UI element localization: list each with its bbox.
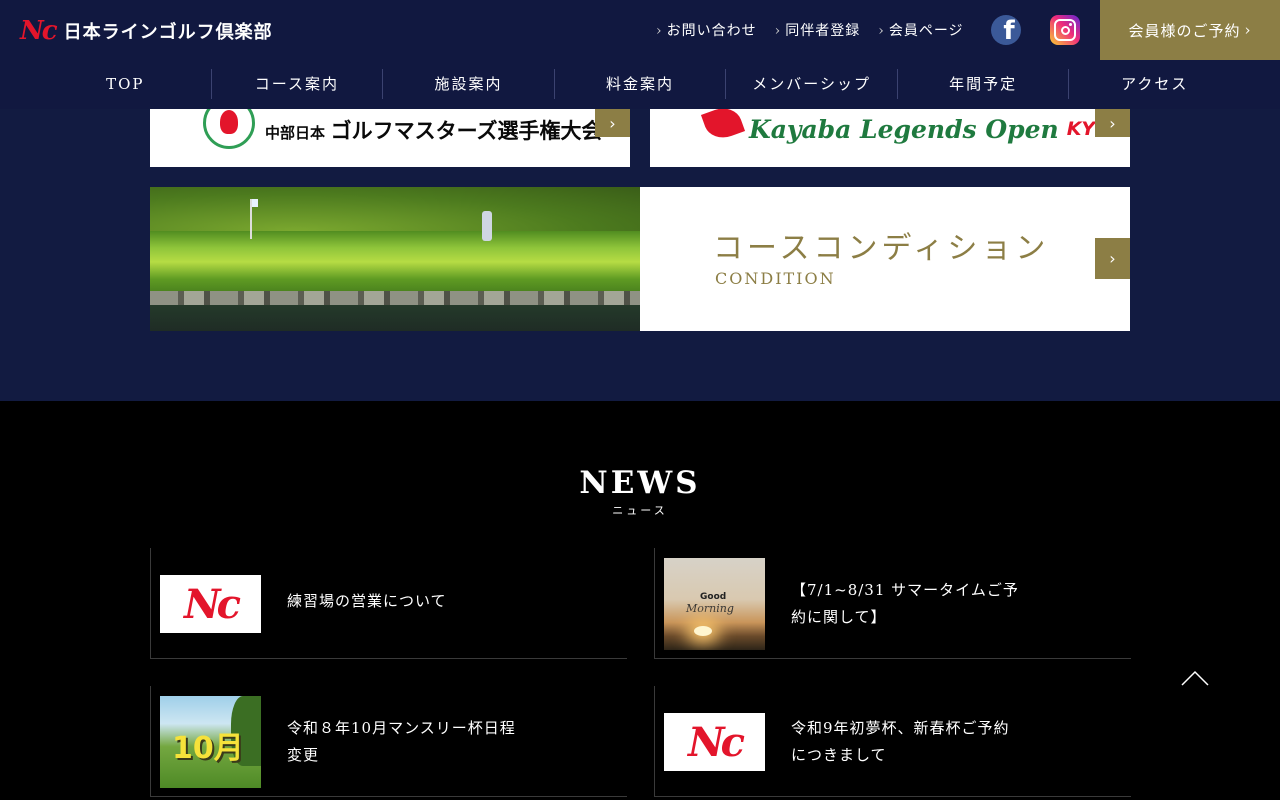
global-nav: TOP コース案内 施設案内 料金案内 メンバーシップ 年間予定 アクセス [40, 69, 1240, 99]
news-thumbnail: Nc [664, 713, 765, 771]
news-thumbnail: Good Morning [664, 558, 765, 650]
news-item-title: 練習場の営業について [287, 592, 447, 610]
chevron-right-icon: › [878, 23, 885, 39]
nav-top[interactable]: TOP [40, 69, 211, 99]
nav-course[interactable]: コース案内 [210, 69, 383, 99]
flag-icon [250, 199, 258, 239]
kayaba-legends-logo: Kayaba Legends Open KYB [700, 109, 1110, 149]
nav-annual-schedule[interactable]: 年間予定 [896, 69, 1069, 99]
photo-pond [150, 305, 640, 331]
nc-logo: Nc [688, 718, 745, 766]
golf-masters-banner[interactable]: 中部日本 ゴルフマスターズ選手権大会 › [150, 109, 630, 167]
banner-section: 中部日本 ゴルフマスターズ選手権大会 › Kayaba Legends Open… [0, 109, 1280, 401]
masters-title-small: 中部日本 [265, 124, 326, 142]
site-logo[interactable]: Nc 日本ラインゴルフ倶楽部 [20, 16, 273, 46]
thumb-month-text: 10月 [172, 731, 244, 766]
sun-icon [694, 626, 712, 636]
instagram-frame [1054, 19, 1076, 41]
photo-hills [150, 187, 640, 231]
news-item[interactable]: Good Morning 【7/1~8/31 サマータイムご予約に関して】 [654, 548, 1131, 659]
member-reservation-label: 会員様のご予約 [1128, 21, 1241, 40]
companion-registration-label: 同伴者登録 [785, 23, 861, 39]
thumb-morning-text: Morning [686, 602, 734, 615]
site-header: Nc 日本ラインゴルフ倶楽部 › お問い合わせ › 同伴者登録 › 会員ページ f 会… [0, 0, 1280, 109]
facebook-glyph: f [1003, 16, 1015, 45]
nav-access[interactable]: アクセス [1068, 69, 1240, 99]
chevron-right-icon: › [656, 23, 663, 39]
photo-stone-wall [150, 291, 640, 305]
top-links: › お問い合わせ › 同伴者登録 › 会員ページ [656, 20, 964, 40]
logo-text: 日本ラインゴルフ倶楽部 [63, 22, 273, 43]
chevron-right-icon: › [595, 109, 630, 137]
news-thumbnail: Nc [160, 575, 261, 633]
course-condition-banner[interactable]: コースコンディション CONDITION › [150, 187, 1130, 331]
golfer-figure [482, 211, 492, 241]
back-to-top-button[interactable] [1178, 668, 1212, 688]
instagram-lens [1060, 25, 1070, 35]
golf-masters-logo: 中部日本 ゴルフマスターズ選手権大会 [203, 109, 603, 149]
member-reservation-button[interactable]: 会員様のご予約 › [1100, 0, 1280, 60]
masters-emblem-icon [203, 109, 255, 149]
companion-registration-link[interactable]: › 同伴者登録 [775, 20, 861, 40]
facebook-icon[interactable]: f [991, 15, 1021, 45]
instagram-icon[interactable] [1050, 15, 1080, 45]
chevron-right-icon: › [1095, 238, 1130, 279]
nav-facilities[interactable]: 施設案内 [382, 69, 554, 99]
thumb-good-text: Good [700, 592, 727, 602]
news-item-title: 【7/1~8/31 サマータイムご予約に関して】 [791, 581, 1019, 626]
news-item-title: 令和８年10月マンスリー杯日程変更 [287, 719, 516, 764]
kayaba-legends-banner[interactable]: Kayaba Legends Open KYB › [650, 109, 1130, 167]
nav-membership[interactable]: メンバーシップ [725, 69, 897, 99]
nc-logo: Nc [184, 580, 241, 628]
nav-fees[interactable]: 料金案内 [553, 69, 726, 99]
chevron-right-icon: › [1244, 21, 1252, 39]
kayaba-script: Kayaba Legends Open [749, 114, 1059, 144]
chevron-right-icon: › [1095, 109, 1130, 137]
news-thumbnail: 10月 [160, 696, 261, 788]
masters-title-big: ゴルフマスターズ選手権大会 [330, 119, 603, 143]
news-heading: NEWS [579, 465, 701, 501]
news-subheading: ニュース [612, 504, 668, 517]
member-page-label: 会員ページ [888, 23, 964, 39]
contact-link-label: お問い合わせ [666, 23, 757, 39]
chevron-right-icon: › [774, 23, 782, 39]
masters-title: 中部日本 ゴルフマスターズ選手権大会 [265, 115, 603, 145]
course-photo [150, 187, 640, 331]
member-page-link[interactable]: › 会員ページ [878, 20, 963, 40]
condition-subtitle: CONDITION [715, 269, 836, 288]
news-item[interactable]: 10月 令和８年10月マンスリー杯日程変更 [150, 686, 627, 797]
news-item-title: 令和9年初夢杯、新春杯ご予約につきまして [791, 719, 1010, 764]
news-item[interactable]: Nc 練習場の営業について [150, 548, 627, 659]
leaf-icon [700, 109, 746, 144]
news-item[interactable]: Nc 令和9年初夢杯、新春杯ご予約につきまして [654, 686, 1131, 797]
chevron-up-icon [1181, 670, 1209, 686]
condition-title: コースコンディション [713, 231, 1050, 266]
logo-mark: Nc [20, 16, 58, 46]
contact-link[interactable]: › お問い合わせ [656, 20, 757, 40]
instagram-dot [1069, 23, 1072, 26]
